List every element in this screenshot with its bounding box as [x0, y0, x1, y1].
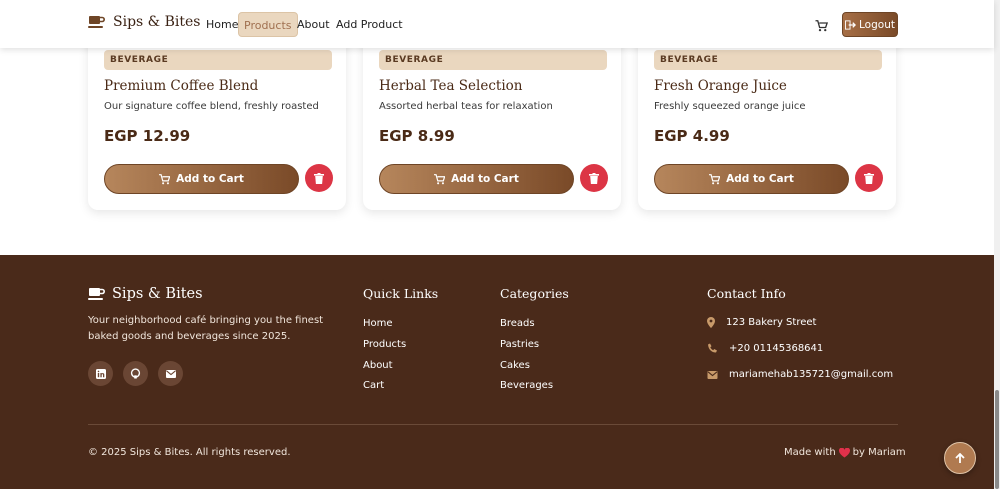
- cart-icon: [709, 173, 721, 184]
- footer-category-breads[interactable]: Breads: [500, 318, 535, 329]
- footer-category-beverages[interactable]: Beverages: [500, 380, 553, 391]
- coffee-cup-icon: [88, 288, 105, 300]
- copyright-text: © 2025 Sips & Bites. All rights reserved…: [88, 447, 291, 458]
- product-price: EGP 12.99: [104, 127, 191, 145]
- coffee-cup-icon: [88, 16, 105, 28]
- product-description: Assorted herbal teas for relaxation: [379, 101, 553, 112]
- category-badge: BEVERAGE: [104, 50, 332, 70]
- product-name: Premium Coffee Blend: [104, 78, 259, 94]
- product-description: Freshly squeezed orange juice: [654, 101, 806, 112]
- add-to-cart-button[interactable]: Add to Cart: [379, 164, 574, 194]
- product-name: Fresh Orange Juice: [654, 78, 787, 94]
- contact-email: mariamehab135721@gmail.com: [707, 369, 893, 380]
- shopping-cart-icon[interactable]: [815, 17, 829, 36]
- envelope-icon[interactable]: [158, 361, 183, 386]
- delete-product-button[interactable]: [855, 164, 883, 192]
- category-badge: BEVERAGE: [654, 50, 882, 70]
- footer: Sips & Bites Your neighborhood café brin…: [0, 255, 994, 489]
- product-description: Our signature coffee blend, freshly roas…: [104, 101, 319, 112]
- back-to-top-button[interactable]: [944, 442, 976, 474]
- cart-icon: [434, 173, 446, 184]
- logout-label: Logout: [859, 18, 895, 31]
- page-scrollbar[interactable]: [994, 0, 1000, 489]
- brand-name: Sips & Bites: [113, 14, 201, 30]
- category-badge: BEVERAGE: [379, 50, 607, 70]
- nav-link-about[interactable]: About: [292, 12, 335, 37]
- footer-category-cakes[interactable]: Cakes: [500, 360, 530, 371]
- product-name: Herbal Tea Selection: [379, 78, 523, 94]
- logout-button[interactable]: Logout: [842, 12, 898, 37]
- categories-heading: Categories: [500, 286, 569, 301]
- trash-icon: [314, 172, 324, 184]
- footer-brand-name: Sips & Bites: [112, 286, 203, 302]
- footer-tagline: Your neighborhood café bringing you the …: [88, 315, 324, 342]
- map-marker-icon: [707, 317, 715, 328]
- delete-product-button[interactable]: [305, 164, 333, 192]
- contact-info-heading: Contact Info: [707, 286, 786, 301]
- add-to-cart-button[interactable]: Add to Cart: [104, 164, 299, 194]
- navbar: Sips & Bites Home Products About Add Pro…: [0, 0, 994, 48]
- phone-icon: [708, 343, 717, 353]
- contact-address: 123 Bakery Street: [707, 317, 816, 328]
- nav-link-add-product[interactable]: Add Product: [331, 12, 408, 37]
- quick-links-heading: Quick Links: [363, 286, 439, 301]
- trash-icon: [864, 172, 874, 184]
- linkedin-icon[interactable]: [88, 361, 113, 386]
- add-to-cart-label: Add to Cart: [726, 173, 794, 185]
- footer-link-home[interactable]: Home: [363, 318, 393, 329]
- brand-logo[interactable]: Sips & Bites: [88, 14, 200, 30]
- trash-icon: [589, 172, 599, 184]
- footer-brand: Sips & Bites: [88, 286, 203, 302]
- heart-icon: [838, 447, 850, 458]
- footer-category-pastries[interactable]: Pastries: [500, 339, 539, 350]
- footer-link-cart[interactable]: Cart: [363, 380, 384, 391]
- made-with-text: Made with by Mariam: [784, 447, 906, 458]
- add-to-cart-label: Add to Cart: [451, 173, 519, 185]
- add-to-cart-label: Add to Cart: [176, 173, 244, 185]
- envelope-icon: [707, 370, 718, 379]
- delete-product-button[interactable]: [580, 164, 608, 192]
- sign-out-icon: [845, 19, 857, 30]
- footer-divider: [88, 424, 898, 425]
- arrow-up-icon: [955, 452, 965, 463]
- footer-link-about[interactable]: About: [363, 360, 393, 371]
- add-to-cart-button[interactable]: Add to Cart: [654, 164, 849, 194]
- product-price: EGP 4.99: [654, 127, 730, 145]
- footer-link-products[interactable]: Products: [363, 339, 406, 350]
- nav-link-products[interactable]: Products: [238, 12, 298, 37]
- github-icon[interactable]: [123, 361, 148, 386]
- contact-phone: +20 01145368641: [707, 343, 823, 354]
- scrollbar-thumb[interactable]: [995, 390, 999, 489]
- product-price: EGP 8.99: [379, 127, 455, 145]
- cart-icon: [159, 173, 171, 184]
